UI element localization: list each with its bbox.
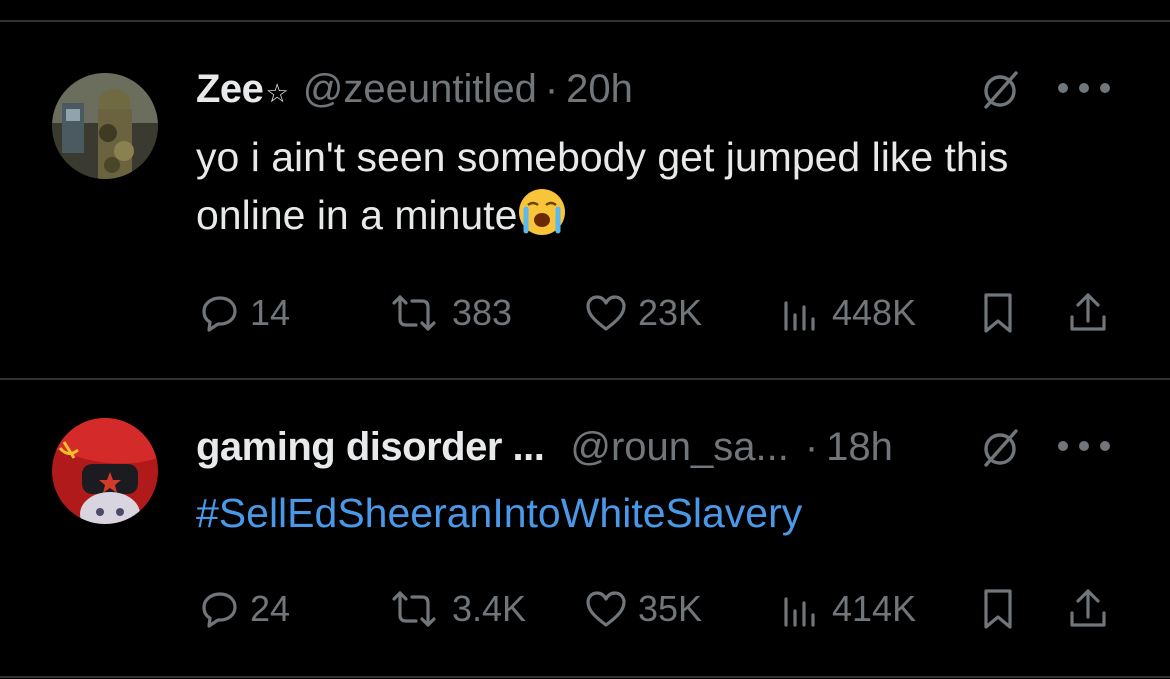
verified-star-icon: ☆ (265, 77, 289, 108)
tweet-actions: 14 383 23K 448K (196, 288, 1116, 338)
views-count: 414K (832, 588, 917, 629)
repost-button[interactable]: 383 (386, 288, 512, 338)
hashtag-link[interactable]: #SellEdSheeranIntoWhiteSlavery (196, 490, 802, 536)
handle[interactable]: @zeeuntitled (303, 67, 537, 112)
more-icon[interactable] (1058, 83, 1110, 95)
views-icon (784, 597, 815, 627)
like-count: 35K (638, 588, 703, 629)
share-icon (1070, 293, 1106, 331)
tweet-header: gaming disorder ... @roun_sa... · 18h (196, 423, 1110, 471)
tweet-divider (0, 378, 1170, 380)
tweet-header: Zee ☆ @zeeuntitled · 20h (196, 65, 1110, 113)
like-count: 23K (638, 292, 703, 333)
tweet-text-content: yo i ain't seen somebody get jumped like… (196, 134, 1009, 238)
bookmark-button[interactable] (978, 288, 1018, 338)
share-icon (1070, 589, 1106, 627)
like-icon (586, 295, 626, 331)
loudly-crying-face-icon (519, 189, 566, 235)
display-name[interactable]: Zee (196, 67, 264, 112)
handle[interactable]: @roun_sa... (570, 425, 789, 470)
reply-icon (202, 296, 237, 332)
repost-icon (392, 591, 436, 627)
like-button[interactable]: 35K (584, 584, 702, 634)
views-button[interactable]: 448K (778, 288, 916, 338)
tweet-actions: 24 3.4K 35K 414K (196, 584, 1116, 634)
grok-slash-icon[interactable] (978, 425, 1022, 469)
repost-count: 3.4K (452, 588, 527, 629)
top-divider (0, 20, 1170, 22)
bookmark-button[interactable] (978, 584, 1018, 634)
repost-button[interactable]: 3.4K (386, 584, 526, 634)
avatar[interactable] (52, 418, 158, 524)
reply-button[interactable]: 14 (200, 288, 290, 338)
header-actions (978, 65, 1110, 113)
reply-icon (202, 592, 237, 628)
bottom-divider (0, 676, 1170, 678)
timestamp[interactable]: 18h (826, 425, 893, 470)
reply-count: 24 (250, 588, 291, 629)
reply-button[interactable]: 24 (200, 584, 290, 634)
repost-count: 383 (452, 292, 513, 333)
views-button[interactable]: 414K (778, 584, 916, 634)
reply-count: 14 (250, 292, 291, 333)
share-button[interactable] (1066, 288, 1110, 338)
display-name[interactable]: gaming disorder ... (196, 425, 545, 470)
separator: · (544, 66, 559, 111)
separator: · (804, 424, 819, 469)
tweet-text: yo i ain't seen somebody get jumped like… (196, 128, 1120, 244)
repost-icon (392, 295, 436, 331)
more-icon[interactable] (1058, 441, 1110, 453)
grok-slash-icon[interactable] (978, 67, 1022, 111)
header-actions (978, 423, 1110, 471)
timestamp[interactable]: 20h (566, 67, 633, 112)
views-count: 448K (832, 292, 917, 333)
bookmark-icon (984, 589, 1012, 629)
like-button[interactable]: 23K (584, 288, 702, 338)
views-icon (784, 301, 815, 331)
like-icon (586, 591, 626, 627)
bookmark-icon (984, 293, 1012, 333)
share-button[interactable] (1066, 584, 1110, 634)
avatar[interactable] (52, 73, 158, 179)
tweet-text: #SellEdSheeranIntoWhiteSlavery (196, 484, 1120, 542)
